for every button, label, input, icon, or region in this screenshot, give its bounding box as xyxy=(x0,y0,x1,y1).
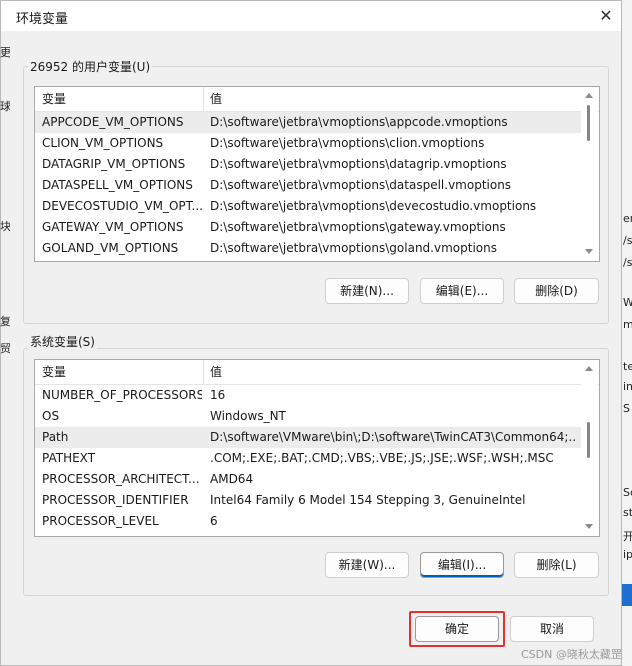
background-text-fragment: 更 xyxy=(0,46,10,59)
table-row[interactable]: PROCESSOR_ARCHITECT... AMD64 xyxy=(35,469,581,490)
variable-name: DATASPELL_VM_OPTIONS xyxy=(42,178,193,192)
variable-name: DATAGRIP_VM_OPTIONS xyxy=(42,157,186,171)
scroll-up-arrow-icon[interactable] xyxy=(585,366,593,371)
variable-name: OS xyxy=(42,409,60,423)
background-text-fragment: 开 xyxy=(623,530,632,543)
variable-name: PROCESSOR_ARCHITECT... xyxy=(42,472,200,486)
system-delete-button[interactable]: 删除(L) xyxy=(514,552,599,578)
background-text-fragment: 复 xyxy=(0,315,10,328)
background-text-fragment: 贸 xyxy=(0,342,10,355)
column-header-variable[interactable]: 变量 xyxy=(42,87,66,111)
scroll-down-arrow-icon[interactable] xyxy=(585,524,593,529)
scroll-thumb[interactable] xyxy=(587,422,590,458)
scroll-down-arrow-icon[interactable] xyxy=(585,249,593,254)
variable-value: D:\software\jetbra\vmoptions\goland.vmop… xyxy=(210,241,497,255)
variable-value: D:\software\jetbra\vmoptions\devecostudi… xyxy=(210,199,537,213)
column-header-variable[interactable]: 变量 xyxy=(42,360,66,384)
system-variables-list[interactable]: 变量 值 NUMBER_OF_PROCESSORS 16 OS Windows_NT P… xyxy=(34,359,600,537)
variable-value: D:\software\jetbra\vmoptions\clion.vmopt… xyxy=(210,136,485,150)
user-variables-list[interactable]: 变量 值 APPCODE_VM_OPTIONS D:\software\jetbr… xyxy=(34,86,600,262)
list-header: 变量 值 xyxy=(35,360,599,385)
system-variables-label: 系统变量(S) xyxy=(28,333,97,350)
background-text-fragment: W xyxy=(623,296,632,309)
variable-value: .COM;.EXE;.BAT;.CMD;.VBS;.VBE;.JS;.JSE;.… xyxy=(210,451,554,465)
table-row[interactable]: CLION_VM_OPTIONS D:\software\jetbra\vmopt… xyxy=(35,133,581,154)
background-text-fragment: 块 xyxy=(0,220,10,233)
table-row[interactable]: DATASPELL_VM_OPTIONS D:\software\jetbra\v… xyxy=(35,175,581,196)
cancel-button[interactable]: 取消 xyxy=(510,616,594,642)
variable-name: GATEWAY_VM_OPTIONS xyxy=(42,220,184,234)
system-edit-button[interactable]: 编辑(I)... xyxy=(420,552,504,578)
user-list-scrollbar[interactable] xyxy=(581,87,598,261)
variable-name: Path xyxy=(42,430,69,444)
variable-name: APPCODE_VM_OPTIONS xyxy=(42,115,184,129)
variable-value: D:\software\jetbra\vmoptions\gateway.vmo… xyxy=(210,220,506,234)
user-delete-button[interactable]: 删除(D) xyxy=(514,278,599,304)
variable-name: DEVECOSTUDIO_VM_OPT... xyxy=(42,199,202,213)
variable-name: PATHEXT xyxy=(42,451,96,465)
table-row[interactable]: PATHEXT .COM;.EXE;.BAT;.CMD;.VBS;.VBE;.JS… xyxy=(35,448,581,469)
system-new-button[interactable]: 新建(W)... xyxy=(325,552,409,578)
background-text-fragment: Sc xyxy=(623,486,632,499)
table-row[interactable]: GOLAND_VM_OPTIONS D:\software\jetbra\vmop… xyxy=(35,238,581,259)
table-row[interactable]: APPCODE_VM_OPTIONS D:\software\jetbra\vmo… xyxy=(35,112,581,133)
background-text-fragment: /s xyxy=(623,256,632,269)
watermark: CSDN @晓秋太藏罡 xyxy=(521,648,622,661)
user-variables-label: 26952 的用户变量(U) xyxy=(28,58,153,75)
background-accent xyxy=(622,584,632,606)
close-button[interactable]: ✕ xyxy=(594,5,618,27)
ok-button[interactable]: 确定 xyxy=(415,616,499,642)
background-text-fragment: st xyxy=(623,506,632,519)
variable-name: GOLAND_VM_OPTIONS xyxy=(42,241,179,255)
variable-name: PROCESSOR_IDENTIFIER xyxy=(42,493,189,507)
table-row[interactable]: DATAGRIP_VM_OPTIONS D:\software\jetbra\vm… xyxy=(35,154,581,175)
dialog-title: 环境变量 xyxy=(16,12,69,27)
table-row[interactable]: PROCESSOR_LEVEL 6 xyxy=(35,511,581,532)
system-list-scrollbar[interactable] xyxy=(581,360,598,536)
variable-value: 16 xyxy=(210,388,226,402)
background-text-fragment: te xyxy=(623,360,632,373)
variable-value: AMD64 xyxy=(210,472,254,486)
user-new-button[interactable]: 新建(N)... xyxy=(325,278,409,304)
table-row[interactable]: DEVECOSTUDIO_VM_OPT... D:\software\jetbra… xyxy=(35,196,581,217)
variable-value: Windows_NT xyxy=(210,409,286,423)
list-header: 变量 值 xyxy=(35,87,599,112)
user-edit-button[interactable]: 编辑(E)... xyxy=(420,278,504,304)
variable-name: PROCESSOR_LEVEL xyxy=(42,514,159,528)
column-header-value[interactable]: 值 xyxy=(210,87,222,111)
background-text-fragment: in xyxy=(623,380,632,393)
variable-value: D:\software\jetbra\vmoptions\datagrip.vm… xyxy=(210,157,507,171)
column-divider[interactable] xyxy=(203,360,204,384)
variable-value: 6 xyxy=(210,514,218,528)
variable-value: Intel64 Family 6 Model 154 Stepping 3, G… xyxy=(210,493,526,507)
table-row[interactable]: NUMBER_OF_PROCESSORS 16 xyxy=(35,385,581,406)
table-row[interactable]: Path D:\software\VMware\bin\;D:\software\… xyxy=(35,427,581,448)
column-header-value[interactable]: 值 xyxy=(210,360,222,384)
background-text-fragment: ip xyxy=(623,548,632,561)
scroll-up-arrow-icon[interactable] xyxy=(585,93,593,98)
environment-variables-dialog: 环境变量 ✕ 26952 的用户变量(U) 变量 值 APPCODE_VM_OP… xyxy=(0,0,622,666)
table-row[interactable]: OS Windows_NT xyxy=(35,406,581,427)
background-text-fragment: S xyxy=(623,402,630,415)
title-bar: 环境变量 ✕ xyxy=(1,1,621,31)
close-icon: ✕ xyxy=(599,6,613,25)
table-row[interactable]: GATEWAY_VM_OPTIONS D:\software\jetbra\vmo… xyxy=(35,217,581,238)
background-text-fragment: /s xyxy=(623,234,632,247)
variable-name: NUMBER_OF_PROCESSORS xyxy=(42,388,202,402)
variable-name: CLION_VM_OPTIONS xyxy=(42,136,164,150)
variable-value: D:\software\jetbra\vmoptions\appcode.vmo… xyxy=(210,115,508,129)
variable-value: D:\software\VMware\bin\;D:\software\Twin… xyxy=(210,430,575,444)
variable-value: D:\software\jetbra\vmoptions\dataspell.v… xyxy=(210,178,512,192)
background-text-fragment: er xyxy=(623,212,632,225)
scroll-thumb[interactable] xyxy=(587,105,590,141)
background-text-fragment: 球 xyxy=(0,100,10,113)
table-row[interactable]: PROCESSOR_IDENTIFIER Intel64 Family 6 Mod… xyxy=(35,490,581,511)
column-divider[interactable] xyxy=(203,87,204,111)
background-text-fragment: m xyxy=(623,318,632,331)
